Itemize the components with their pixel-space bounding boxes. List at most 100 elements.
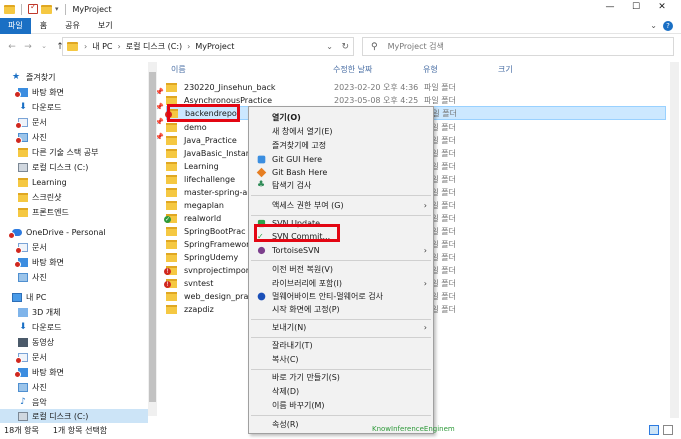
folder-icon [166, 161, 177, 171]
nav-this-pc[interactable]: 내 PC [12, 290, 160, 304]
address-dropdown-icon[interactable]: ⌄ [326, 42, 333, 51]
documents-icon [15, 352, 28, 364]
menu-item-include-library[interactable]: 라이브러리에 포함(I) › [249, 277, 433, 290]
search-box[interactable]: ⚲ MyProject 검색 [362, 37, 674, 56]
menu-item-copy[interactable]: 복사(C) [249, 353, 433, 366]
submenu-arrow-icon: › [423, 323, 427, 332]
folder-icon [18, 147, 28, 157]
download-icon: ⬇ [19, 101, 27, 112]
menu-item-tortoisesvn[interactable]: TortoiseSVN › [249, 244, 433, 257]
file-name: Learning [184, 161, 219, 171]
menu-item-pin-start[interactable]: 시작 화면에 고정(P) [249, 303, 433, 316]
menu-item-restore-versions[interactable]: 이전 버전 복원(V) [249, 263, 433, 276]
large-icons-view-icon[interactable] [663, 425, 673, 435]
tab-file[interactable]: 파일 [0, 17, 31, 34]
tab-share[interactable]: 공유 [56, 18, 89, 34]
svn-modified-badge [15, 121, 22, 129]
folder-icon [166, 174, 177, 184]
nav-desktop[interactable]: 바탕 화면 📌 [14, 85, 166, 99]
new-folder-icon[interactable] [41, 4, 52, 14]
nav-od-pictures[interactable]: 사진 [18, 270, 166, 284]
nav-pictures[interactable]: 사진 📌 [15, 130, 166, 144]
nav-onedrive[interactable]: OneDrive - Personal [8, 225, 160, 239]
column-name[interactable]: 이름 [171, 64, 186, 75]
nav-pane-scrollbar[interactable] [148, 62, 157, 416]
folder-icon [166, 304, 177, 314]
column-size[interactable]: 크기 [498, 64, 513, 75]
folder-icon [18, 207, 28, 217]
nav-screenshots[interactable]: 스크린샷 [18, 190, 166, 204]
minimize-button[interactable]: — [597, 2, 623, 12]
tab-home[interactable]: 홈 [31, 18, 56, 34]
maximize-button[interactable]: ☐ [623, 2, 649, 12]
nav-od-desktop[interactable]: 바탕 화면 [14, 255, 166, 269]
menu-item-cut[interactable]: 잘라내기(T) [249, 339, 433, 352]
nav-pc-documents[interactable]: 문서 [15, 350, 166, 364]
address-bar[interactable]: › 내 PC › 로컬 디스크 (C:) › MyProject ⌄ ↻ [62, 37, 354, 56]
breadcrumb-local-disk[interactable]: 로컬 디스크 (C:) [126, 41, 182, 52]
menu-item-open-new-window[interactable]: 새 창에서 열기(E) [249, 125, 433, 138]
close-button[interactable]: ✕ [649, 2, 675, 12]
navigation-buttons: ← → ⌄ ↑ [0, 42, 66, 52]
menu-item-explorer-scan[interactable]: ♣ 탐색기 검사 [249, 179, 433, 192]
nav-label: 바탕 화면 [32, 87, 64, 97]
expand-ribbon-icon[interactable]: ⌄ [650, 21, 657, 31]
folder-icon [4, 4, 15, 14]
nav-3d-objects[interactable]: 3D 개체 [18, 305, 166, 319]
nav-label: 문서 [32, 117, 47, 127]
menu-item-pin-quick-access[interactable]: 즐겨찾기에 고정 [249, 139, 433, 152]
nav-music[interactable]: ♪ 음악 [18, 395, 166, 409]
menu-item-create-shortcut[interactable]: 바로 가기 만들기(S) [249, 371, 433, 384]
nav-pc-pictures[interactable]: 사진 [18, 380, 166, 394]
forward-arrow-icon[interactable]: → [22, 42, 34, 52]
refresh-icon[interactable]: ↻ [341, 42, 349, 52]
scrollbar-thumb[interactable] [149, 72, 156, 402]
menu-label: TortoiseSVN [272, 246, 320, 255]
help-icon[interactable]: ? [663, 21, 673, 31]
recent-chevron-icon[interactable]: ⌄ [38, 42, 50, 52]
table-row[interactable]: 230220_Jinsehun_back 2023-02-20 오후 4:36 파일… [166, 80, 666, 94]
nav-downloads[interactable]: ⬇ 다운로드 📌 [18, 100, 166, 114]
nav-learning[interactable]: Learning [18, 175, 166, 189]
nav-pc-downloads[interactable]: ⬇ 다운로드 [18, 320, 166, 334]
nav-od-documents[interactable]: 문서 [15, 240, 166, 254]
menu-item-git-gui[interactable]: Git GUI Here [249, 153, 433, 166]
malwarebytes-icon [257, 292, 266, 301]
nav-local-disk-fav[interactable]: 로컬 디스크 (C:) [18, 160, 166, 174]
quick-access-toolbar: ▾ [0, 2, 69, 15]
menu-item-give-access[interactable]: 액세스 권한 부여 (G) › [249, 199, 433, 212]
divider [21, 3, 22, 15]
nav-documents[interactable]: 문서 📌 [15, 115, 166, 129]
properties-icon[interactable] [28, 2, 38, 14]
column-type[interactable]: 유형 [423, 64, 438, 75]
file-list-scrollbar[interactable] [670, 62, 679, 418]
menu-item-send-to[interactable]: 보내기(N) › [249, 321, 433, 334]
nav-other-stack[interactable]: 다른 기술 스택 공부 [18, 145, 166, 159]
chevron-down-icon[interactable]: ▾ [55, 5, 59, 13]
nav-label: 사진 [32, 272, 47, 282]
nav-quick-access[interactable]: ★ 즐겨찾기 [12, 70, 160, 84]
folder-icon [166, 187, 177, 197]
nav-frontend[interactable]: 프론트엔드 [18, 205, 166, 219]
folder-icon [166, 226, 177, 236]
nav-pc-desktop[interactable]: 바탕 화면 [14, 365, 166, 379]
column-date-modified[interactable]: 수정한 날짜 [333, 64, 372, 75]
menu-item-malwarebytes-scan[interactable]: 멀웨어바이트 안티-멀웨어로 검사 [249, 290, 433, 303]
breadcrumb-this-pc[interactable]: 내 PC [92, 41, 112, 52]
tortoisesvn-icon [257, 246, 266, 255]
nav-videos[interactable]: 동영상 [18, 335, 166, 349]
menu-item-rename[interactable]: 이름 바꾸기(M) [249, 399, 433, 412]
back-arrow-icon[interactable]: ← [6, 42, 18, 52]
tab-view[interactable]: 보기 [89, 18, 122, 34]
menu-item-open[interactable]: 열기(O) [249, 111, 433, 124]
svn-modified-badge [14, 90, 21, 98]
download-icon: ⬇ [19, 321, 27, 332]
menu-item-delete[interactable]: 삭제(D) [249, 385, 433, 398]
nav-label: 문서 [32, 352, 47, 362]
table-row[interactable]: AsynchronousPractice 2023-05-08 오후 4:25 파일… [166, 93, 666, 107]
folder-icon [166, 82, 177, 92]
details-view-icon[interactable] [649, 425, 659, 435]
nav-label: 사진 [32, 382, 47, 392]
menu-item-git-bash[interactable]: Git Bash Here [249, 166, 433, 179]
breadcrumb-myproject[interactable]: MyProject [195, 42, 234, 51]
